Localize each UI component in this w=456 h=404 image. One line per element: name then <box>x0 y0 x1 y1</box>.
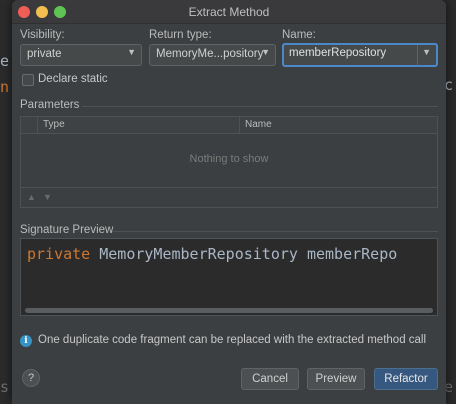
visibility-value: private <box>27 48 62 60</box>
parameters-separator <box>82 106 438 107</box>
return-type-label: Return type: <box>149 29 212 41</box>
title-bar: Extract Method <box>12 0 446 24</box>
declare-static-label[interactable]: Declare static <box>38 73 108 85</box>
cancel-button[interactable]: Cancel <box>241 368 299 390</box>
chevron-down-icon[interactable]: ▼ <box>422 47 431 57</box>
column-header-name[interactable]: Name <box>245 119 272 130</box>
signature-preview-label: Signature Preview <box>20 224 114 236</box>
duplicate-info-text: One duplicate code fragment can be repla… <box>38 334 427 346</box>
visibility-dropdown[interactable]: private ▼ <box>20 44 142 66</box>
help-button[interactable]: ? <box>22 369 40 387</box>
declare-static-checkbox[interactable] <box>22 74 34 86</box>
preview-button[interactable]: Preview <box>307 368 365 390</box>
refactor-button[interactable]: Refactor <box>374 368 438 390</box>
column-divider <box>37 117 38 134</box>
name-value: memberRepository <box>289 47 387 59</box>
background-glyph: e <box>0 52 10 70</box>
chevron-down-icon: ▼ <box>261 47 270 57</box>
table-header: Type Name <box>21 117 437 134</box>
signature-keyword: private <box>27 245 91 263</box>
empty-table-text: Nothing to show <box>189 153 269 165</box>
parameters-table[interactable]: Type Name Nothing to show ▲ ▼ <box>20 116 438 208</box>
column-header-type[interactable]: Type <box>43 119 65 130</box>
extract-method-dialog: Extract Method Visibility: private ▼ Ret… <box>12 0 446 404</box>
chevron-down-icon: ▼ <box>127 47 136 57</box>
signature-preview-box: private MemoryMemberRepository memberRep… <box>20 238 438 316</box>
visibility-label: Visibility: <box>20 29 65 41</box>
signature-preview-code: private MemoryMemberRepository memberRep… <box>27 245 397 263</box>
table-toolbar: ▲ ▼ <box>21 187 437 207</box>
move-up-icon[interactable]: ▲ <box>27 192 36 202</box>
parameters-label: Parameters <box>20 99 80 111</box>
background-glyph-bottom-left: s <box>0 378 10 396</box>
name-input[interactable]: memberRepository ▼ <box>282 43 438 67</box>
name-label: Name: <box>282 29 316 41</box>
background-glyph: n <box>0 78 10 96</box>
column-divider <box>239 117 240 134</box>
horizontal-scrollbar[interactable] <box>25 308 433 313</box>
dropdown-separator <box>417 45 418 65</box>
return-type-value: MemoryMe...pository <box>156 48 264 60</box>
info-icon: i <box>20 335 32 347</box>
dialog-title: Extract Method <box>188 5 270 19</box>
signature-text: MemoryMemberRepository memberRepo <box>90 245 398 263</box>
return-type-dropdown[interactable]: MemoryMe...pository ▼ <box>149 44 276 66</box>
move-down-icon[interactable]: ▼ <box>43 192 52 202</box>
background-editor-fragment: e n <box>0 48 12 100</box>
signature-separator <box>112 231 438 232</box>
